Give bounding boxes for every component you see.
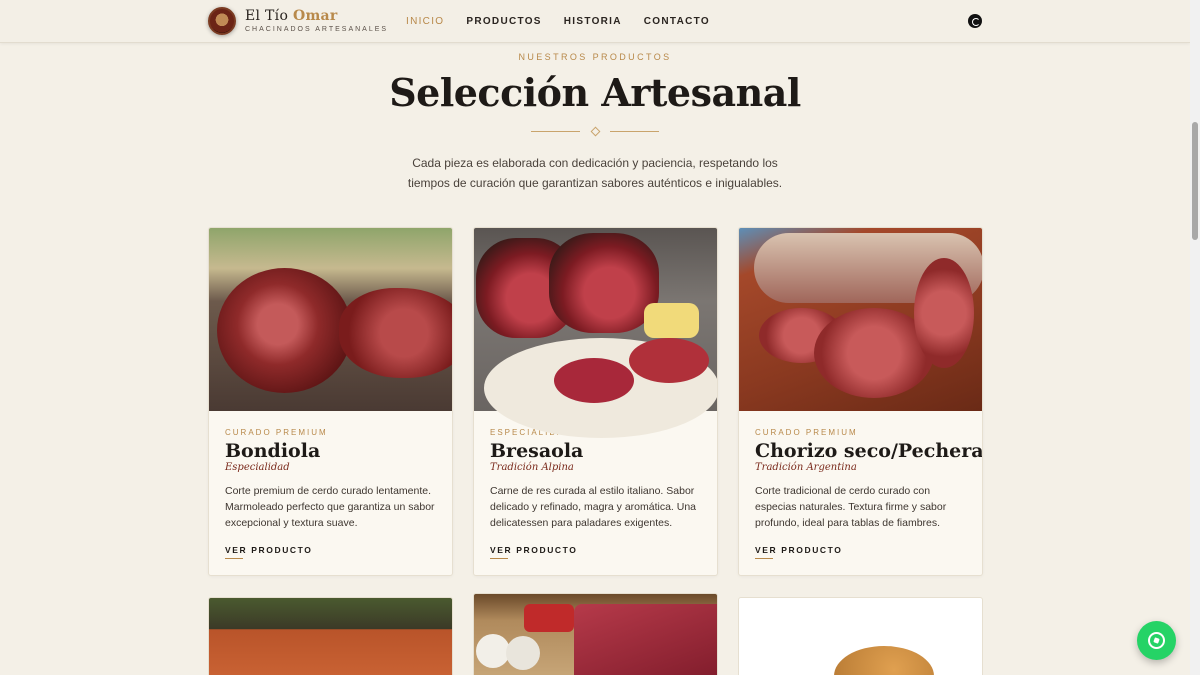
- view-product-link[interactable]: VER PRODUCTO: [225, 545, 313, 559]
- product-card-bondiola[interactable]: CURADO PREMIUM Bondiola Especialidad Cor…: [208, 227, 453, 576]
- view-product-link[interactable]: VER PRODUCTO: [490, 545, 578, 559]
- main-nav: INICIO PRODUCTOS HISTORIA CONTACTO: [406, 16, 732, 27]
- product-card-chorizo[interactable]: CURADO PREMIUM Chorizo seco/Pechera Trad…: [738, 227, 983, 576]
- scrollbar[interactable]: [1190, 0, 1200, 675]
- brand[interactable]: El Tío Omar CHACINADOS ARTESANALES: [245, 8, 388, 33]
- meat-shape: [217, 268, 352, 393]
- product-image-chorizo[interactable]: [739, 228, 982, 411]
- garlic-shape: [506, 636, 540, 670]
- product-image-bondiola[interactable]: [209, 228, 452, 411]
- cheese-shape: [834, 646, 934, 675]
- product-category: CURADO PREMIUM: [225, 428, 328, 437]
- brand-name: El Tío Omar: [245, 8, 338, 24]
- nav-inicio[interactable]: INICIO: [406, 16, 444, 27]
- meat-shape: [549, 233, 659, 333]
- brand-tagline: CHACINADOS ARTESANALES: [245, 26, 389, 33]
- scrollbar-thumb[interactable]: [1192, 122, 1198, 240]
- product-card-partial[interactable]: [738, 597, 983, 675]
- product-name[interactable]: Chorizo seco/Pechera: [755, 440, 982, 462]
- slice-shape: [629, 338, 709, 383]
- meat-shape: [574, 604, 717, 675]
- whatsapp-icon: [1148, 632, 1165, 649]
- product-name[interactable]: Bresaola: [490, 440, 701, 462]
- cheese-shape: [644, 303, 699, 338]
- diamond-icon: [590, 126, 601, 137]
- slice-shape: [914, 258, 974, 368]
- section-title: Selección Artesanal: [389, 70, 801, 115]
- garlic-shape: [476, 634, 510, 668]
- product-card-partial[interactable]: [208, 597, 453, 675]
- divider-line: [531, 131, 580, 132]
- logo-icon[interactable]: [208, 7, 236, 35]
- product-description: Corte premium de cerdo curado lentamente…: [225, 485, 435, 529]
- whatsapp-floating-button[interactable]: [1137, 621, 1176, 660]
- product-card-partial[interactable]: [473, 593, 718, 675]
- meat-shape: [339, 288, 452, 378]
- product-image-bresaola[interactable]: [474, 228, 717, 438]
- product-category: CURADO PREMIUM: [755, 428, 858, 437]
- product-subtitle: Tradición Argentina: [755, 462, 857, 473]
- product-subtitle: Tradición Alpina: [490, 462, 574, 473]
- section-lead: Cada pieza es elaborada con dedicación y…: [407, 156, 783, 190]
- nav-productos[interactable]: PRODUCTOS: [466, 16, 541, 27]
- product-card-bresaola[interactable]: ESPECIALIDAD Bresaola Tradición Alpina C…: [473, 227, 718, 576]
- view-product-link[interactable]: VER PRODUCTO: [755, 545, 843, 559]
- slice-shape: [554, 358, 634, 403]
- product-name[interactable]: Bondiola: [225, 440, 436, 462]
- bowl-shape: [524, 604, 574, 632]
- product-subtitle: Especialidad: [225, 462, 290, 473]
- whatsapp-icon[interactable]: [968, 14, 982, 28]
- site-header: El Tío Omar CHACINADOS ARTESANALES INICI…: [0, 0, 1190, 43]
- divider-line: [610, 131, 659, 132]
- section-eyebrow: NUESTROS PRODUCTOS: [518, 52, 672, 62]
- ornament-divider: [531, 126, 659, 137]
- product-description: Corte tradicional de cerdo curado con es…: [755, 485, 947, 529]
- nav-contacto[interactable]: CONTACTO: [644, 16, 710, 27]
- product-description: Carne de res curada al estilo italiano. …: [490, 485, 697, 529]
- nav-historia[interactable]: HISTORIA: [564, 16, 622, 27]
